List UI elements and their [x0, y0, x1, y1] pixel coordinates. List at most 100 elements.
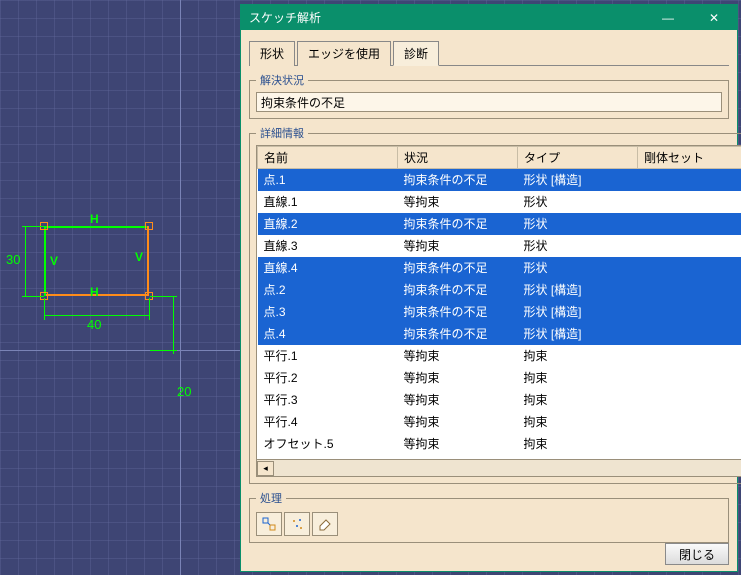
eraser-icon	[317, 516, 333, 532]
cell-rigidset	[638, 433, 741, 455]
tab-diagnosis[interactable]: 診断	[393, 41, 439, 66]
table-row[interactable]: 点.4拘束条件の不足形状 [構造]	[258, 323, 741, 345]
cell-name: 直線.1	[258, 191, 398, 213]
titlebar[interactable]: スケッチ解析 — ✕	[241, 5, 737, 30]
cell-status: 等拘束	[398, 235, 518, 257]
cell-name: 直線.3	[258, 235, 398, 257]
cell-type: 拘束	[518, 411, 638, 433]
dim-value-off[interactable]: 20	[177, 384, 191, 399]
tool-constrain[interactable]	[256, 512, 282, 536]
table-row[interactable]: 平行.4等拘束拘束	[258, 411, 741, 433]
cell-rigidset	[638, 345, 741, 367]
minimize-button[interactable]: —	[645, 5, 691, 30]
table-row[interactable]: 平行.2等拘束拘束	[258, 367, 741, 389]
cell-name: 点.1	[258, 169, 398, 191]
col-name[interactable]: 名前	[258, 147, 398, 169]
tool-erase[interactable]	[312, 512, 338, 536]
table-row[interactable]: 直線.1等拘束形状	[258, 191, 741, 213]
cell-type: 形状	[518, 213, 638, 235]
dim-value-v[interactable]: 30	[6, 252, 20, 267]
table-row[interactable]: オフセット.5等拘束拘束	[258, 433, 741, 455]
cell-type: 形状	[518, 257, 638, 279]
dim-ext-v2	[22, 296, 44, 297]
tab-shape[interactable]: 形状	[249, 41, 295, 66]
dim-ext-off1	[150, 296, 177, 297]
col-rigidset[interactable]: 剛体セット	[638, 147, 741, 169]
table-row[interactable]: 直線.4拘束条件の不足形状	[258, 257, 741, 279]
table-row[interactable]: 点.2拘束条件の不足形状 [構造]	[258, 279, 741, 301]
line-top[interactable]	[44, 226, 149, 228]
scroll-left-button[interactable]: ◂	[257, 461, 274, 476]
cell-rigidset	[638, 213, 741, 235]
cell-name: 点.2	[258, 279, 398, 301]
dim-ext-v1	[22, 226, 44, 227]
tab-strip: 形状 エッジを使用 診断	[249, 40, 729, 66]
dim-value-h[interactable]: 40	[87, 317, 101, 332]
cell-type: 拘束	[518, 367, 638, 389]
cell-name: 平行.3	[258, 389, 398, 411]
cell-type: 拘束	[518, 389, 638, 411]
cell-rigidset	[638, 257, 741, 279]
dim-ext-h1	[44, 298, 45, 320]
line-right[interactable]	[147, 226, 149, 296]
vertex-2[interactable]	[145, 222, 153, 230]
cell-status: 等拘束	[398, 389, 518, 411]
cell-name: オフセット.5	[258, 433, 398, 455]
cell-type: 形状 [構造]	[518, 279, 638, 301]
cell-status: 等拘束	[398, 345, 518, 367]
cell-type: 形状	[518, 235, 638, 257]
tool-add-constraint[interactable]	[284, 512, 310, 536]
cell-rigidset	[638, 191, 741, 213]
table-row[interactable]: 点.1拘束条件の不足形状 [構造]	[258, 169, 741, 191]
sparkle-icon	[289, 516, 305, 532]
cell-rigidset	[638, 367, 741, 389]
table-row[interactable]: 点.3拘束条件の不足形状 [構造]	[258, 301, 741, 323]
v-constraint-right: V	[135, 250, 143, 264]
close-dialog-button[interactable]: 閉じる	[665, 543, 729, 565]
cell-status: 等拘束	[398, 411, 518, 433]
cell-name: 平行.1	[258, 345, 398, 367]
cell-rigidset	[638, 323, 741, 345]
table-row[interactable]: 平行.3等拘束拘束	[258, 389, 741, 411]
cell-status: 拘束条件の不足	[398, 213, 518, 235]
cell-status: 拘束条件の不足	[398, 257, 518, 279]
table-row[interactable]: 直線.3等拘束形状	[258, 235, 741, 257]
cell-status: 拘束条件の不足	[398, 169, 518, 191]
line-left[interactable]	[44, 226, 46, 296]
solution-status-value: 拘束条件の不足	[256, 92, 722, 112]
cell-name: 点.3	[258, 301, 398, 323]
detail-info-legend: 詳細情報	[256, 125, 308, 141]
cell-name: 直線.2	[258, 213, 398, 235]
cell-rigidset	[638, 389, 741, 411]
h-constraint-bottom: H	[90, 285, 99, 299]
cell-status: 拘束条件の不足	[398, 301, 518, 323]
detail-table-wrap[interactable]: 名前 状況 タイプ 剛体セット 点.1拘束条件の不足形状 [構造]直線.1等拘束…	[256, 145, 741, 460]
table-row[interactable]: 平行.1等拘束拘束	[258, 345, 741, 367]
table-row[interactable]: 直線.2拘束条件の不足形状	[258, 213, 741, 235]
cell-type: 形状 [構造]	[518, 169, 638, 191]
cell-type: 形状 [構造]	[518, 323, 638, 345]
col-status[interactable]: 状況	[398, 147, 518, 169]
cell-status: 等拘束	[398, 367, 518, 389]
sketch-rectangle[interactable]: H H V V	[44, 226, 149, 296]
cell-type: 拘束	[518, 345, 638, 367]
cell-status: 等拘束	[398, 191, 518, 213]
cell-name: 平行.2	[258, 367, 398, 389]
horizontal-scrollbar[interactable]: ◂ ▸	[256, 460, 741, 477]
close-button[interactable]: ✕	[691, 5, 737, 30]
cell-rigidset	[638, 411, 741, 433]
cell-name: 点.4	[258, 323, 398, 345]
cell-status: 等拘束	[398, 433, 518, 455]
sketch-analysis-dialog: スケッチ解析 — ✕ 形状 エッジを使用 診断 解決状況 拘束条件の不足 詳細情…	[240, 4, 738, 572]
dim-ext-off2	[150, 350, 177, 351]
tab-use-edge[interactable]: エッジを使用	[297, 41, 391, 66]
cell-rigidset	[638, 301, 741, 323]
detail-table[interactable]: 名前 状況 タイプ 剛体セット 点.1拘束条件の不足形状 [構造]直線.1等拘束…	[257, 146, 741, 460]
cell-type: 形状 [構造]	[518, 301, 638, 323]
solution-status-legend: 解決状況	[256, 72, 308, 88]
constrain-icon	[261, 516, 277, 532]
scroll-track[interactable]	[274, 461, 741, 476]
process-group: 処理	[249, 490, 729, 543]
dim-line-v	[25, 226, 26, 296]
col-type[interactable]: タイプ	[518, 147, 638, 169]
